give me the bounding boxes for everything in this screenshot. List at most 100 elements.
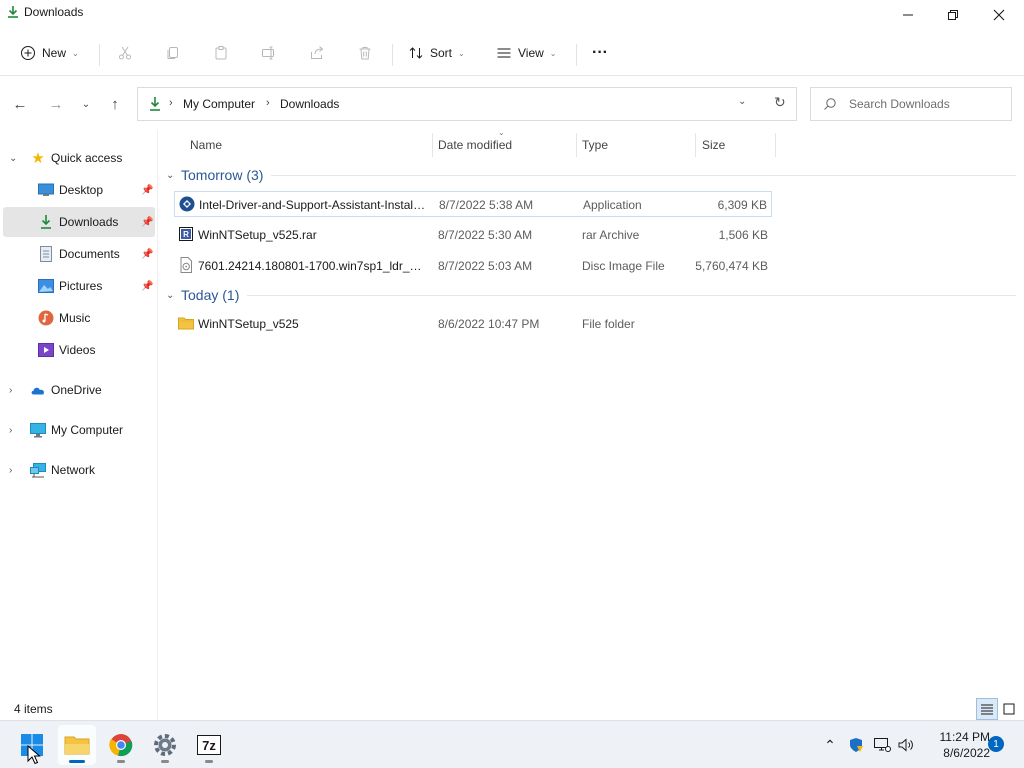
shield-warning-icon <box>850 738 863 752</box>
show-hidden-icons-button[interactable]: ⌃ <box>820 735 840 755</box>
arrow-left-icon: ← <box>12 95 28 113</box>
sidebar-item-onedrive[interactable]: › OneDrive <box>0 375 155 405</box>
column-label: Date modified <box>438 138 513 152</box>
pin-icon: 📌 <box>141 280 154 292</box>
sort-label: Sort <box>430 46 453 60</box>
details-view-button[interactable] <box>976 698 998 720</box>
address-history-chevron-icon[interactable]: ⌄ <box>738 96 746 107</box>
music-icon <box>38 310 54 326</box>
sidebar-label: Videos <box>59 343 96 357</box>
new-button[interactable]: New ⌄ <box>20 38 79 68</box>
chevron-right-icon: › <box>266 97 270 109</box>
7zip-icon: 7z <box>197 735 221 755</box>
file-date: 8/7/2022 5:38 AM <box>439 198 534 212</box>
file-row[interactable]: R WinNTSetup_v525.rar 8/7/2022 5:30 AM r… <box>174 222 772 248</box>
sidebar-label: Downloads <box>59 215 119 229</box>
sidebar-item-documents[interactable]: Documents 📌 <box>0 239 155 269</box>
title-bar: Downloads <box>0 0 1024 30</box>
sidebar-item-videos[interactable]: Videos <box>0 335 155 365</box>
taskbar-7zip[interactable]: 7z <box>190 725 228 765</box>
rename-button[interactable] <box>261 38 277 68</box>
sidebar-item-network[interactable]: › Network <box>0 455 155 485</box>
desktop-icon <box>38 182 54 198</box>
taskbar: 7z ⌃ 11:24 PM 8/6/2022 <box>0 720 1024 768</box>
search-input[interactable] <box>849 94 1004 114</box>
document-icon <box>38 246 54 262</box>
sidebar-item-quick-access[interactable]: ⌄ ★ Quick access <box>0 143 155 173</box>
taskbar-file-explorer[interactable] <box>58 725 96 765</box>
file-name: 7601.24214.180801-1700.win7sp1_ldr_escro… <box>198 259 426 273</box>
breadcrumb-my-computer[interactable]: My Computer <box>183 97 255 111</box>
column-header-type[interactable]: Type <box>582 133 694 157</box>
up-button[interactable]: ↑ <box>105 94 125 114</box>
downloads-icon <box>150 97 160 111</box>
close-button[interactable] <box>976 0 1022 30</box>
new-label: New <box>42 46 67 60</box>
view-button[interactable]: View ⌄ <box>496 38 557 68</box>
delete-button[interactable] <box>357 38 373 68</box>
chevron-right-icon[interactable]: › <box>9 425 12 436</box>
pane-divider[interactable] <box>157 130 158 720</box>
sidebar-item-pictures[interactable]: Pictures 📌 <box>0 271 155 301</box>
cut-button[interactable] <box>117 38 133 68</box>
file-row[interactable]: Intel-Driver-and-Support-Assistant-Insta… <box>174 191 772 217</box>
running-indicator <box>117 760 125 763</box>
network-tray-button[interactable] <box>872 735 892 755</box>
column-header-name[interactable]: Name <box>190 133 430 157</box>
divider <box>247 294 1016 296</box>
more-options-button[interactable]: ··· <box>592 38 608 68</box>
file-row[interactable]: WinNTSetup_v525 8/6/2022 10:47 PM File f… <box>174 311 772 337</box>
file-row[interactable]: 7601.24214.180801-1700.win7sp1_ldr_escro… <box>174 253 772 279</box>
chevron-down-icon: ⌄ <box>549 48 557 58</box>
back-button[interactable]: ← <box>10 94 30 114</box>
notification-badge[interactable]: 1 <box>988 736 1004 752</box>
taskbar-settings[interactable] <box>146 725 184 765</box>
sidebar-item-desktop[interactable]: Desktop 📌 <box>0 175 155 205</box>
minimize-button[interactable] <box>885 0 931 30</box>
group-header-tomorrow[interactable]: ⌄ Tomorrow (3) <box>166 164 1016 186</box>
sidebar-item-my-computer[interactable]: › My Computer <box>0 415 155 445</box>
column-label: Type <box>582 138 609 152</box>
copy-icon <box>167 47 178 59</box>
copy-button[interactable] <box>165 38 181 68</box>
chevron-right-icon[interactable]: › <box>9 465 12 476</box>
search-box[interactable] <box>810 87 1012 121</box>
column-divider[interactable] <box>775 133 776 157</box>
column-divider[interactable] <box>576 133 577 157</box>
chevron-down-icon[interactable]: ⌄ <box>9 153 17 164</box>
forward-button[interactable]: → <box>46 94 66 114</box>
restore-button[interactable] <box>930 0 976 30</box>
column-header-size[interactable]: Size <box>702 133 774 157</box>
sidebar-label: Documents <box>59 247 120 261</box>
file-type: Disc Image File <box>582 259 665 273</box>
file-type: Application <box>583 198 642 212</box>
sidebar-item-downloads[interactable]: Downloads 📌 <box>3 207 155 237</box>
recent-locations-button[interactable]: ⌄ <box>76 94 96 114</box>
downloads-icon <box>38 214 54 230</box>
sidebar-item-music[interactable]: Music <box>0 303 155 333</box>
clock-time: 11:24 PM <box>939 730 990 744</box>
taskbar-chrome[interactable] <box>102 725 140 765</box>
sort-button[interactable]: Sort ⌄ <box>408 38 465 68</box>
refresh-icon[interactable]: ↻ <box>774 94 786 111</box>
column-label: Name <box>190 138 223 152</box>
breadcrumb-downloads[interactable]: Downloads <box>280 97 339 111</box>
tiles-view-icon <box>1003 703 1015 715</box>
column-divider[interactable] <box>695 133 696 157</box>
share-button[interactable] <box>309 38 325 68</box>
paste-button[interactable] <box>213 38 229 68</box>
large-icons-view-button[interactable] <box>998 698 1020 720</box>
column-header-date[interactable]: Date modified <box>438 133 574 157</box>
divider <box>392 44 393 66</box>
group-header-today[interactable]: ⌄ Today (1) <box>166 284 1016 306</box>
volume-tray-button[interactable] <box>896 735 916 755</box>
status-bar: 4 items <box>0 698 1024 720</box>
trash-icon <box>359 47 371 60</box>
security-tray-button[interactable] <box>846 735 866 755</box>
column-divider[interactable] <box>432 133 433 157</box>
close-icon <box>993 9 1005 21</box>
group-title: Today (1) <box>181 287 240 303</box>
chevron-right-icon[interactable]: › <box>9 385 12 396</box>
clock[interactable]: 11:24 PM 8/6/2022 <box>920 729 990 761</box>
address-bar[interactable]: › My Computer › Downloads ⌄ ↻ <box>137 87 797 121</box>
